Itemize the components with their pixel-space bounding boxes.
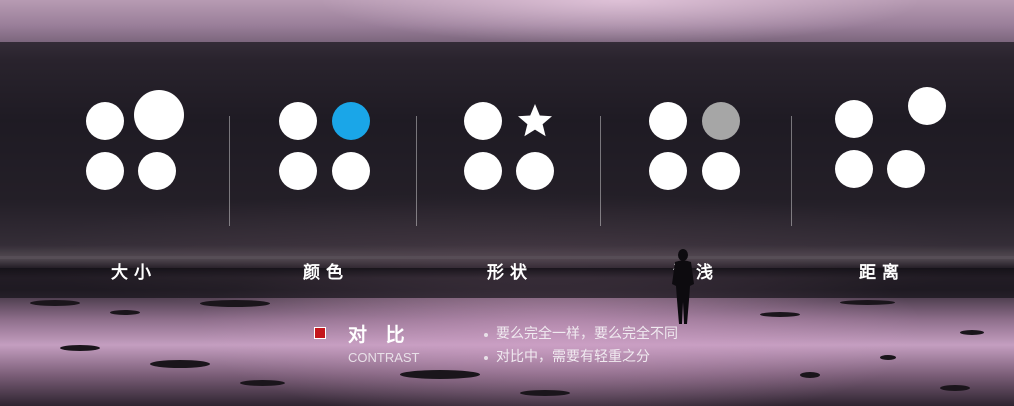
circle-icon — [332, 152, 370, 190]
bullet-dot-icon — [484, 355, 488, 360]
circle-icon — [279, 102, 317, 140]
beach-rock — [60, 345, 100, 351]
star-icon — [518, 104, 552, 137]
circle-icon — [138, 152, 176, 190]
person-silhouette — [672, 249, 694, 324]
beach-rock — [400, 370, 480, 379]
beach-rock — [520, 390, 570, 396]
shape-label: 形状 — [487, 263, 533, 283]
circle-icon — [908, 87, 946, 125]
bullet-dot-icon — [484, 332, 488, 337]
circle-icon — [649, 152, 687, 190]
overlay-panel: 大小 颜色 形状 深浅 距离 — [0, 42, 1014, 298]
beach-rock — [840, 300, 895, 305]
color-label: 颜色 — [303, 263, 349, 283]
beach-rock — [30, 300, 80, 306]
circle-icon — [887, 150, 925, 188]
divider — [791, 116, 792, 226]
circle-icon — [702, 152, 740, 190]
gray-circle-icon — [702, 102, 740, 140]
bullet-item: 对比中，需要有轻重之分 — [484, 346, 678, 369]
contrast-title: 对 比 — [348, 324, 411, 346]
beach-rock — [110, 310, 140, 315]
circle-icon — [279, 152, 317, 190]
circle-icon — [464, 152, 502, 190]
beach-rock — [880, 355, 896, 360]
circle-icon — [464, 102, 502, 140]
size-group: 大小 — [74, 86, 194, 283]
bullet-text: 对比中，需要有轻重之分 — [496, 349, 650, 365]
shape-group: 形状 — [450, 86, 570, 283]
distance-group: 距离 — [822, 86, 946, 283]
circle-icon — [835, 150, 873, 188]
beach-rock — [150, 360, 210, 368]
beach-rock — [240, 380, 285, 386]
beach-rock — [200, 300, 270, 307]
size-label: 大小 — [111, 263, 157, 283]
circle-icon — [86, 152, 124, 190]
red-square-icon — [314, 327, 326, 339]
blue-circle-icon — [332, 102, 370, 140]
color-group: 颜色 — [266, 86, 386, 283]
slide: 大小 颜色 形状 深浅 距离 对 比 CONTRAST 要么完全一样，要么完全不… — [0, 0, 1014, 406]
shade-group: 深浅 — [636, 86, 756, 283]
divider — [600, 116, 601, 226]
divider — [229, 116, 230, 226]
beach-rock — [760, 312, 800, 317]
circle-icon — [835, 100, 873, 138]
circle-icon — [134, 90, 184, 140]
divider — [416, 116, 417, 226]
beach-rock — [960, 330, 984, 335]
contrast-subtitle: CONTRAST — [348, 350, 420, 365]
circle-icon — [516, 152, 554, 190]
bullet-list: 要么完全一样，要么完全不同 对比中，需要有轻重之分 — [484, 323, 678, 369]
beach-rock — [800, 372, 820, 378]
bullet-text: 要么完全一样，要么完全不同 — [496, 326, 678, 342]
bullet-item: 要么完全一样，要么完全不同 — [484, 323, 678, 346]
circle-icon — [649, 102, 687, 140]
distance-label: 距离 — [859, 263, 905, 283]
circle-icon — [86, 102, 124, 140]
beach-rock — [940, 385, 970, 391]
